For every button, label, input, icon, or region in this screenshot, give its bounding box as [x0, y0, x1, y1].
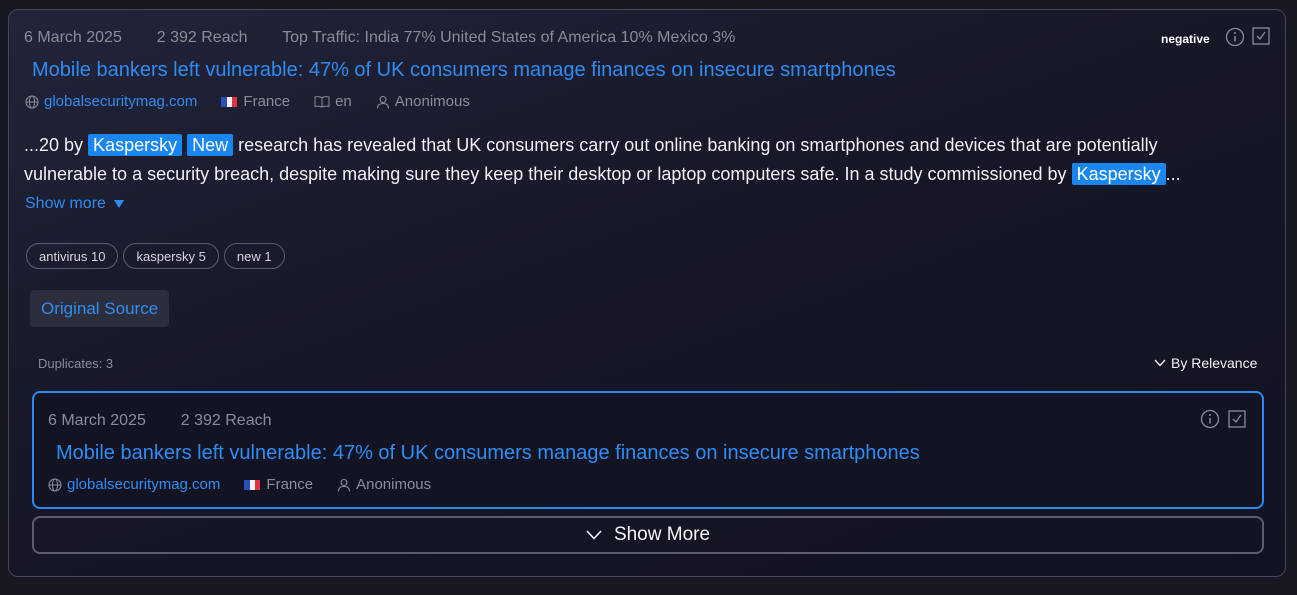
keyword-highlight: New	[187, 134, 234, 156]
duplicate-meta: 6 March 2025 2 392 Reach	[48, 412, 271, 430]
flag-france-icon	[244, 479, 261, 490]
article-reach: 2 392 Reach	[156, 29, 248, 46]
triangle-down-icon	[113, 200, 124, 208]
duplicate-card: 6 March 2025 2 392 Reach Mobile bankers …	[32, 391, 1264, 509]
article-date: 6 March 2025	[24, 29, 122, 46]
flag-france-icon	[221, 96, 238, 107]
article-snippet: ...20 by Kaspersky New research has reve…	[24, 131, 1239, 189]
author-label: Anonimous	[356, 476, 432, 493]
info-icon[interactable]	[1200, 409, 1220, 429]
duplicate-source-row: globalsecuritymag.com France Anonimous	[48, 476, 455, 493]
user-icon	[338, 478, 351, 492]
country-label: France	[266, 476, 314, 493]
sort-by-relevance-button[interactable]: By Relevance	[1154, 355, 1257, 371]
top-traffic: Top Traffic: India 77% United States of …	[282, 29, 736, 46]
sort-label: By Relevance	[1171, 355, 1258, 371]
globe-icon	[48, 477, 62, 492]
chevron-down-icon	[586, 530, 602, 540]
domain-link[interactable]: globalsecuritymag.com	[44, 93, 197, 110]
show-more-duplicates-label: Show More	[613, 524, 711, 545]
source-domain: globalsecuritymag.com	[48, 476, 220, 493]
source-author: Anonimous	[337, 476, 431, 493]
snippet-text: ...	[1165, 164, 1181, 184]
show-more-label: Show more	[25, 195, 106, 212]
checkbox-icon[interactable]	[1252, 27, 1270, 45]
source-author: Anonimous	[376, 93, 470, 110]
book-icon	[314, 96, 330, 108]
keyword-highlight: Kaspersky	[1071, 163, 1166, 185]
domain-link[interactable]: globalsecuritymag.com	[67, 476, 220, 493]
info-icon[interactable]	[1225, 27, 1245, 47]
source-country: France	[221, 93, 290, 110]
article-meta: 6 March 2025 2 392 Reach Top Traffic: In…	[24, 29, 735, 47]
sentiment-badge: negative	[1161, 32, 1210, 46]
keyword-highlight: Kaspersky	[88, 134, 183, 156]
country-label: France	[243, 93, 291, 110]
user-icon	[376, 95, 389, 109]
snippet-text: ...20 by	[24, 135, 89, 155]
tag-chip[interactable]: antivirus 10	[26, 243, 119, 269]
article-source-row: globalsecuritymag.com France en Anonimou…	[25, 93, 494, 110]
author-label: Anonimous	[394, 93, 470, 110]
source-country: France	[244, 476, 313, 493]
tag-chip[interactable]: kaspersky 5	[123, 243, 219, 269]
globe-icon	[25, 94, 39, 109]
duplicate-title-link[interactable]: Mobile bankers left vulnerable: 47% of U…	[56, 442, 920, 465]
source-language: en	[314, 93, 352, 110]
article-card: 6 March 2025 2 392 Reach Top Traffic: In…	[8, 9, 1286, 577]
duplicates-count: Duplicates: 3	[38, 356, 114, 371]
tag-list: antivirus 10 kaspersky 5 new 1	[26, 243, 290, 269]
duplicate-reach: 2 392 Reach	[180, 412, 272, 429]
checkbox-icon[interactable]	[1228, 410, 1246, 428]
tag-chip[interactable]: new 1	[223, 243, 285, 269]
source-domain: globalsecuritymag.com	[25, 93, 197, 110]
language-label: en	[335, 93, 352, 110]
show-more-link[interactable]: Show more	[25, 195, 124, 213]
original-source-button[interactable]: Original Source	[30, 290, 170, 327]
article-title-link[interactable]: Mobile bankers left vulnerable: 47% of U…	[32, 59, 896, 82]
chevron-down-icon	[1154, 359, 1166, 367]
show-more-duplicates-button[interactable]: Show More	[32, 516, 1264, 554]
duplicate-date: 6 March 2025	[48, 412, 146, 429]
